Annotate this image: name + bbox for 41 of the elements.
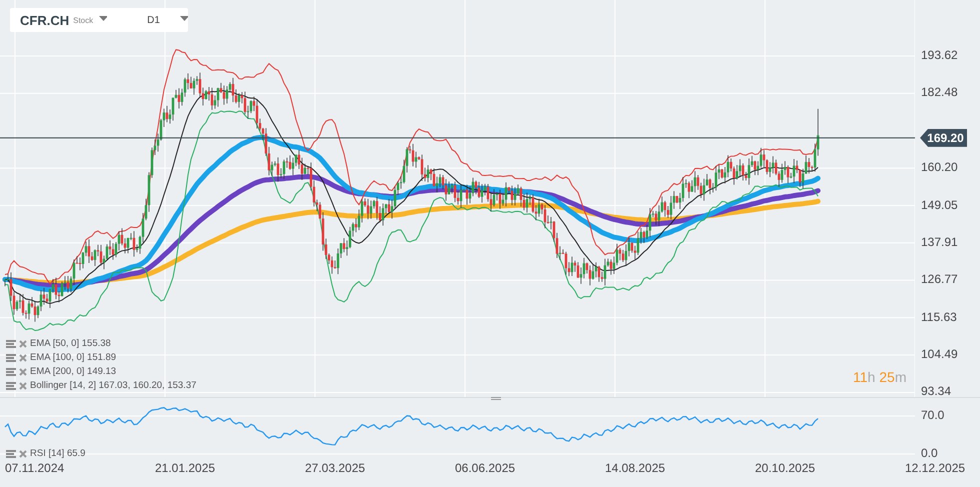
settings-icon[interactable]: [6, 450, 16, 458]
date-axis-label: 14.08.2025: [605, 461, 666, 475]
rsi-axis-label: 70.0: [921, 408, 944, 422]
price-axis-label: 93.34: [921, 384, 952, 398]
date-axis-label: 21.01.2025: [155, 461, 216, 475]
price-axis-label: 104.49: [921, 347, 958, 362]
indicator-label: EMA [200, 0] 149.13: [30, 366, 116, 377]
date-axis-label: 12.12.2025: [905, 461, 966, 475]
indicator-label: RSI [14] 65.9: [30, 448, 86, 459]
price-axis-label: 126.77: [921, 272, 958, 286]
settings-icon[interactable]: [6, 340, 16, 348]
settings-icon[interactable]: [6, 368, 16, 376]
price-axis-label: 193.62: [921, 48, 958, 62]
price-axis-label: 115.63: [921, 310, 957, 324]
price-axis-label: 182.48: [921, 85, 958, 100]
indicator-label: EMA [50, 0] 155.38: [30, 338, 111, 349]
close-icon[interactable]: [19, 450, 27, 458]
rsi-axis-label: 0.0: [921, 446, 938, 460]
timeframe-label[interactable]: D1: [147, 14, 160, 26]
settings-icon[interactable]: [6, 354, 16, 362]
date-axis-label: 06.06.2025: [455, 461, 516, 475]
current-price-tag: 169.20: [920, 128, 967, 147]
indicator-label: Bollinger [14, 2] 167.03, 160.20, 153.37: [30, 380, 196, 391]
close-icon[interactable]: [19, 340, 27, 348]
price-axis-label: 160.20: [921, 160, 958, 174]
symbol-label: CFR.CH: [20, 12, 70, 28]
caret-icon[interactable]: [99, 16, 108, 20]
caret-icon[interactable]: [180, 16, 188, 20]
settings-icon[interactable]: [6, 382, 16, 390]
price-axis-label: 149.05: [921, 198, 958, 212]
close-icon[interactable]: [19, 382, 27, 390]
date-axis-label: 07.11.2024: [5, 461, 64, 475]
resize-handle-icon[interactable]: [491, 397, 501, 400]
date-axis-label: 20.10.2025: [755, 461, 816, 475]
indicator-label: EMA [100, 0] 151.89: [30, 352, 116, 363]
close-icon[interactable]: [19, 354, 27, 362]
close-icon[interactable]: [19, 368, 27, 376]
date-axis-label: 27.03.2025: [305, 461, 366, 475]
price-axis-label: 137.91: [921, 234, 958, 249]
instrument-type: Stock: [73, 16, 94, 24]
countdown-timer: 11h 25m: [853, 369, 906, 385]
